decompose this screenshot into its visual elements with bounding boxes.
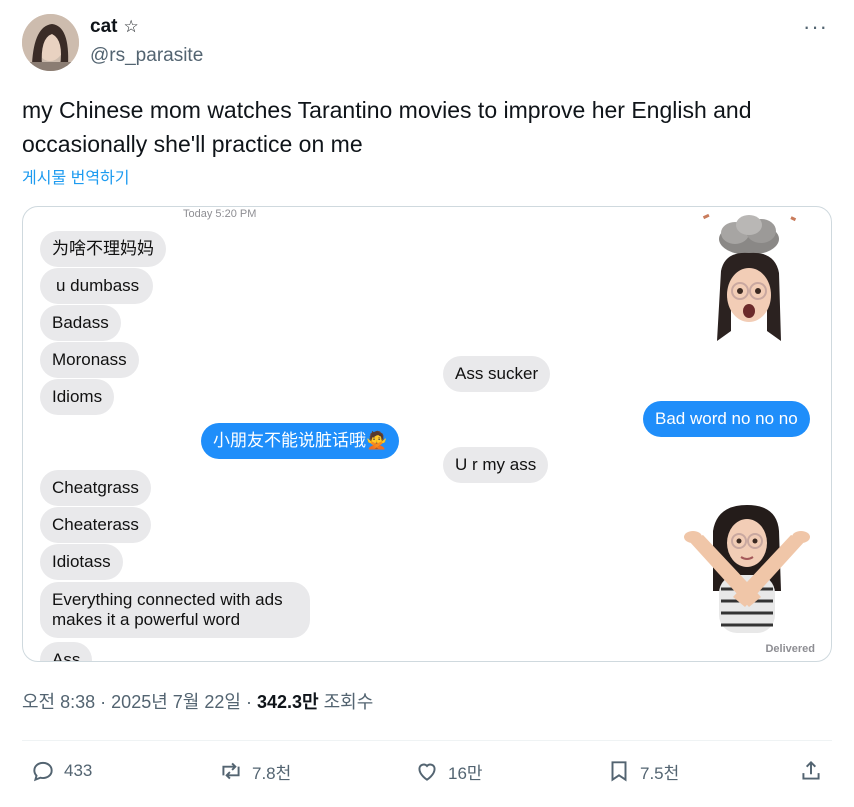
share-icon bbox=[802, 760, 820, 780]
divider bbox=[22, 740, 832, 741]
more-options-button[interactable]: ··· bbox=[803, 14, 828, 40]
share-button[interactable] bbox=[798, 758, 824, 784]
message-bubble-received: Idiotass bbox=[40, 544, 123, 580]
tweet-meta: 오전 8:38 · 2025년 7월 22일 · 342.3만 조회수 bbox=[22, 692, 374, 712]
repost-icon bbox=[222, 762, 240, 780]
message-bubble-sent: Bad word no no no bbox=[643, 401, 810, 437]
tweet-action-bar: 433 7.8천 16만 7.5천 bbox=[22, 758, 832, 792]
tweet-time[interactable]: 오전 8:38 bbox=[22, 692, 95, 712]
views-label: 조회수 bbox=[323, 692, 374, 712]
views-count: 342.3만 bbox=[256, 692, 319, 712]
reply-icon bbox=[33, 761, 53, 782]
tweet-date[interactable]: 2025년 7월 22일 bbox=[111, 692, 241, 712]
mind-blown-memoji-icon bbox=[702, 213, 797, 341]
message-bubble-received: 为啥不理妈妈 bbox=[40, 231, 166, 267]
tweet-media-image[interactable]: Today 5:20 PM 为啥不理妈妈 u dumbass Badass Mo… bbox=[22, 206, 832, 662]
heart-icon bbox=[418, 763, 436, 781]
message-bubble-received: U r my ass bbox=[443, 447, 549, 483]
message-bubble-received: Ass sucker bbox=[443, 356, 551, 392]
message-bubble-received: Ass bbox=[40, 642, 93, 661]
bookmark-count: 7.5천 bbox=[640, 763, 680, 783]
repost-count: 7.8천 bbox=[252, 763, 292, 783]
author-handle[interactable]: @rs_parasite bbox=[90, 45, 203, 67]
message-bubble-received: Badass bbox=[40, 305, 121, 341]
avatar[interactable] bbox=[22, 14, 79, 71]
repost-button[interactable]: 7.8천 bbox=[218, 758, 291, 784]
crossed-arms-memoji-icon bbox=[684, 505, 810, 633]
message-bubble-sent: 小朋友不能说脏话哦🙅 bbox=[201, 423, 400, 459]
bookmark-button[interactable]: 7.5천 bbox=[606, 758, 679, 784]
message-bubble-received: Cheatgrass bbox=[40, 470, 151, 506]
delivered-status: Delivered bbox=[765, 643, 815, 655]
message-bubble-received: Everything connected with ads makes it a… bbox=[40, 582, 310, 638]
tweet-text: my Chinese mom watches Tarantino movies … bbox=[22, 97, 752, 157]
like-button[interactable]: 16만 bbox=[414, 758, 483, 784]
message-bubble-received: u dumbass bbox=[40, 268, 154, 304]
reply-button[interactable]: 433 bbox=[30, 758, 92, 784]
author-name-row: cat ☆ bbox=[90, 16, 139, 38]
like-count: 16만 bbox=[448, 763, 483, 783]
message-bubble-received: Cheaterass bbox=[40, 507, 151, 543]
message-bubble-received: Moronass bbox=[40, 342, 139, 378]
reply-count: 433 bbox=[64, 761, 93, 780]
message-bubble-received: Idioms bbox=[40, 379, 115, 415]
message-timestamp: Today 5:20 PM bbox=[183, 208, 257, 220]
translate-post-link[interactable]: 게시물 번역하기 bbox=[22, 164, 130, 188]
display-name[interactable]: cat bbox=[90, 16, 117, 38]
star-icon: ☆ bbox=[123, 17, 139, 36]
bookmark-icon bbox=[611, 761, 627, 782]
